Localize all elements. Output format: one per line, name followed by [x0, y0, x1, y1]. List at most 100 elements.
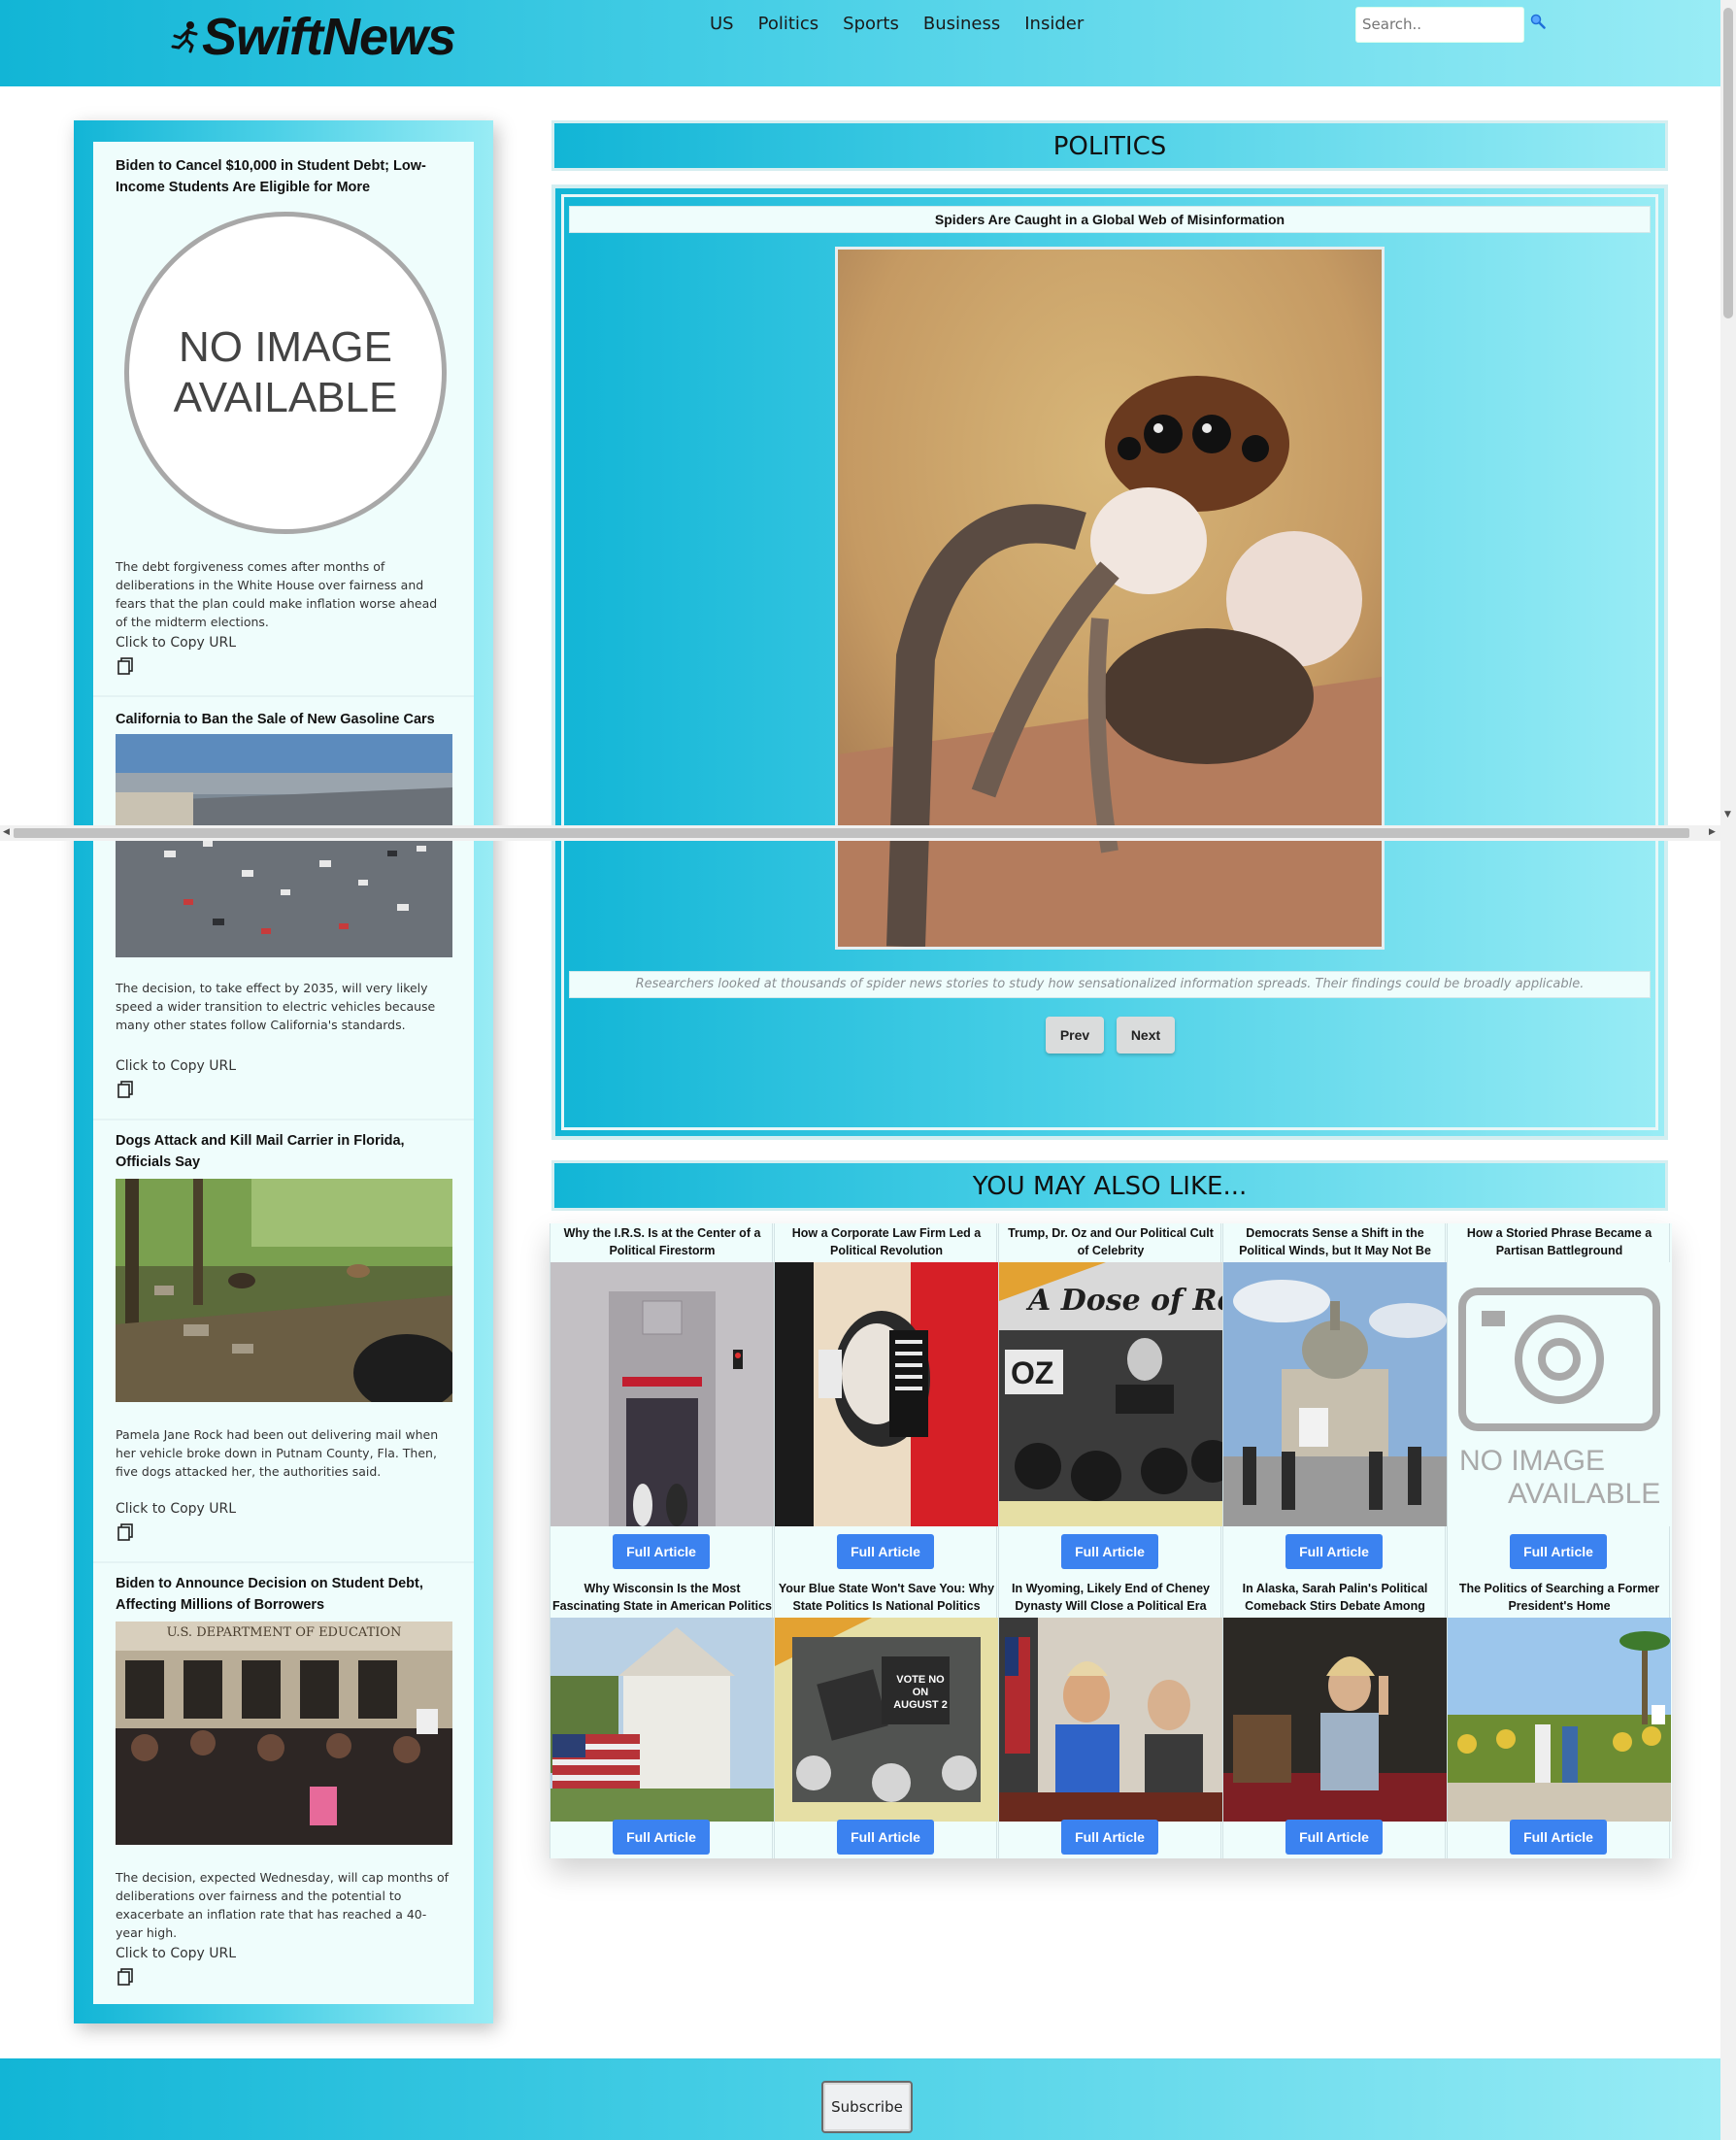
horizontal-scrollbar[interactable]: ◀ ▶ [0, 825, 1736, 841]
capitol-protest-image [1223, 1262, 1447, 1526]
related-article-title: How a Storied Phrase Became a Partisan B… [1466, 1226, 1653, 1257]
full-article-button[interactable]: Full Article [837, 1820, 934, 1855]
search-input[interactable] [1356, 8, 1523, 41]
also-like-heading-bar: YOU MAY ALSO LIKE... [551, 1160, 1668, 1211]
next-button[interactable]: Next [1117, 1017, 1175, 1053]
related-article-tile: In Alaska, Sarah Palin's Political Comeb… [1222, 1579, 1447, 1858]
site-header: SwiftNews US Politics Sports Business In… [0, 0, 1720, 86]
article-title[interactable]: Biden to Announce Decision on Student De… [116, 1573, 436, 1616]
article-description: The decision, to take effect by 2035, wi… [116, 981, 436, 1032]
article-title[interactable]: Dogs Attack and Kill Mail Carrier in Flo… [116, 1130, 436, 1173]
full-article-button[interactable]: Full Article [837, 1534, 934, 1569]
copy-icon[interactable] [116, 1522, 135, 1542]
nav-item-politics[interactable]: Politics [758, 14, 819, 34]
main-nav: US Politics Sports Business Insider [710, 14, 1108, 34]
full-article-button[interactable]: Full Article [1510, 1820, 1607, 1855]
sidebar-articles: Biden to Cancel $10,000 in Student Debt;… [93, 142, 474, 2004]
nav-item-sports[interactable]: Sports [843, 14, 899, 34]
search-icon[interactable] [1530, 14, 1546, 29]
related-article-tile: Why the I.R.S. Is at the Center of a Pol… [550, 1223, 774, 1579]
article-description: The decision, expected Wednesday, will c… [116, 1870, 450, 1940]
no-image-placeholder: NO IMAGE AVAILABLE [1448, 1262, 1671, 1526]
politics-heading: POLITICS [1052, 132, 1167, 161]
copy-url-label: Click to Copy URL [116, 1058, 237, 1074]
article-description: The debt forgiveness comes after months … [116, 559, 438, 629]
sidebar-article-card: Dogs Attack and Kill Mail Carrier in Flo… [93, 1119, 474, 1563]
horizontal-scrollbar-thumb[interactable] [14, 828, 1689, 838]
full-article-button[interactable]: Full Article [613, 1534, 710, 1569]
brand-name: SwiftNews [202, 8, 456, 66]
scroll-right-arrow-icon[interactable]: ▶ [1709, 827, 1716, 837]
related-article-title: Your Blue State Won't Save You: Why Stat… [778, 1582, 995, 1613]
related-article-title: Why the I.R.S. Is at the Center of a Pol… [563, 1226, 761, 1257]
full-article-button[interactable]: Full Article [1061, 1534, 1158, 1569]
related-article-title: In Wyoming, Likely End of Cheney Dynasty… [1012, 1582, 1210, 1613]
nav-item-insider[interactable]: Insider [1024, 14, 1084, 34]
subscribe-button[interactable]: Subscribe [821, 2081, 913, 2133]
also-like-heading: YOU MAY ALSO LIKE... [972, 1172, 1248, 1201]
also-like-grid: Why the I.R.S. Is at the Center of a Pol… [550, 1223, 1672, 1858]
dogs-in-field-image [116, 1179, 452, 1402]
site-logo[interactable]: SwiftNews [171, 8, 456, 66]
oz-banner-text: A Dose of Rea [1028, 1284, 1222, 1318]
full-article-button[interactable]: Full Article [1061, 1820, 1158, 1855]
copy-icon[interactable] [116, 1967, 135, 1987]
podium-speaker-image [1223, 1618, 1447, 1822]
sidebar: Biden to Cancel $10,000 in Student Debt;… [74, 120, 493, 2023]
no-image-text: NO IMAGE [1459, 1445, 1606, 1477]
camera-icon [1458, 1287, 1660, 1431]
highway-traffic-image [116, 734, 452, 957]
nav-item-us[interactable]: US [710, 14, 734, 34]
article-description: Pamela Jane Rock had been out delivering… [116, 1427, 439, 1479]
related-article-tile: In Wyoming, Likely End of Cheney Dynasty… [998, 1579, 1222, 1858]
vertical-scrollbar[interactable]: ▼ [1720, 0, 1736, 2140]
copy-url-label: Click to Copy URL [116, 1946, 237, 1961]
vote-sign-text: VOTE NO ON AUGUST 2 [893, 1674, 948, 1711]
oz-rally-image: A Dose of Rea OZ [999, 1262, 1222, 1526]
copy-url-label: Click to Copy URL [116, 1501, 237, 1517]
featured-title[interactable]: Spiders Are Caught in a Global Web of Mi… [569, 206, 1651, 233]
runner-logo-icon [171, 21, 198, 53]
sidebar-article-card: Biden to Cancel $10,000 in Student Debt;… [93, 142, 474, 697]
related-article-title: Trump, Dr. Oz and Our Political Cult of … [1008, 1226, 1214, 1257]
full-article-button[interactable]: Full Article [1510, 1534, 1607, 1569]
vote-no-signs-image: VOTE NO ON AUGUST 2 [775, 1618, 998, 1822]
building-sign-text: U.S. DEPARTMENT OF EDUCATION [166, 1625, 402, 1640]
palm-trees-protest-image [1448, 1618, 1671, 1822]
scroll-left-arrow-icon[interactable]: ◀ [3, 827, 10, 837]
full-article-button[interactable]: Full Article [613, 1820, 710, 1855]
copy-url-label: Click to Copy URL [116, 635, 237, 651]
featured-spider-image [835, 247, 1385, 950]
featured-caption: Researchers looked at thousands of spide… [569, 971, 1651, 998]
oz-sign-text: OZ [1011, 1355, 1054, 1390]
sidebar-article-card: California to Ban the Sale of New Gasoli… [93, 697, 474, 1120]
copy-icon[interactable] [116, 1080, 135, 1099]
article-title[interactable]: Biden to Cancel $10,000 in Student Debt;… [116, 155, 436, 198]
related-article-tile: Your Blue State Won't Save You: Why Stat… [774, 1579, 998, 1858]
sidebar-article-card: Biden to Announce Decision on Student De… [93, 1561, 474, 2004]
politics-heading-bar: POLITICS [551, 120, 1668, 171]
search-box [1355, 7, 1524, 43]
scroll-down-arrow-icon[interactable]: ▼ [1724, 810, 1731, 819]
full-article-button[interactable]: Full Article [1285, 1820, 1383, 1855]
vertical-scrollbar-thumb[interactable] [1723, 8, 1733, 318]
related-article-tile: Why Wisconsin Is the Most Fascinating St… [550, 1579, 774, 1858]
related-article-tile: Democrats Sense a Shift in the Political… [1222, 1223, 1447, 1579]
portrait-collage-image [775, 1262, 998, 1526]
flag-house-image [551, 1618, 774, 1822]
hearing-room-image [999, 1618, 1222, 1822]
related-article-tile: The Politics of Searching a Former Presi… [1447, 1579, 1671, 1858]
article-title[interactable]: California to Ban the Sale of New Gasoli… [116, 709, 436, 730]
prev-button[interactable]: Prev [1046, 1017, 1104, 1053]
related-article-title: The Politics of Searching a Former Presi… [1458, 1582, 1660, 1613]
related-article-title: Why Wisconsin Is the Most Fascinating St… [552, 1582, 772, 1613]
full-article-button[interactable]: Full Article [1285, 1534, 1383, 1569]
nav-item-business[interactable]: Business [923, 14, 1000, 34]
copy-icon[interactable] [116, 656, 135, 676]
education-protest-image: U.S. DEPARTMENT OF EDUCATION [116, 1622, 452, 1845]
irs-building-image [551, 1262, 774, 1526]
related-article-tile: How a Storied Phrase Became a Partisan B… [1447, 1223, 1671, 1579]
related-article-title: How a Corporate Law Firm Led a Political… [791, 1226, 982, 1257]
no-image-text: AVAILABLE [1508, 1478, 1661, 1510]
no-image-text: NO IMAGE AVAILABLE [173, 323, 398, 421]
